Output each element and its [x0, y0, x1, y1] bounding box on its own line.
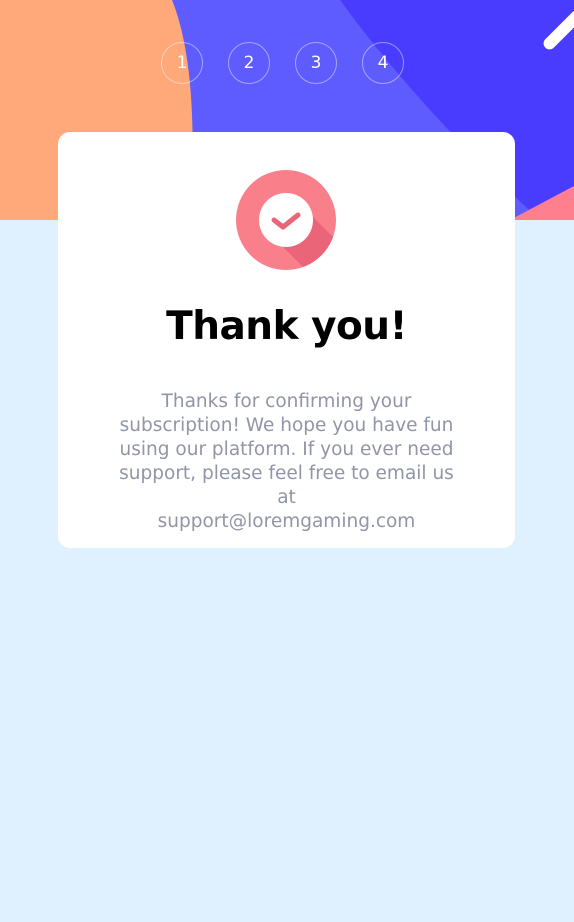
confirmation-message: Thanks for confirming your subscription!…: [108, 390, 465, 534]
step-4[interactable]: 4: [362, 42, 404, 84]
thank-you-title: Thank you!: [166, 304, 407, 349]
step-2[interactable]: 2: [228, 42, 270, 84]
check-circle-icon: [236, 170, 336, 270]
step-indicator: 1 2 3 4: [161, 42, 404, 84]
confirmation-card: Thank you! Thanks for confirming your su…: [58, 132, 515, 548]
support-email: support@loremgaming.com: [157, 511, 416, 532]
step-3[interactable]: 3: [295, 42, 337, 84]
step-1[interactable]: 1: [161, 42, 203, 84]
message-text: Thanks for confirming your subscription!…: [119, 391, 454, 508]
